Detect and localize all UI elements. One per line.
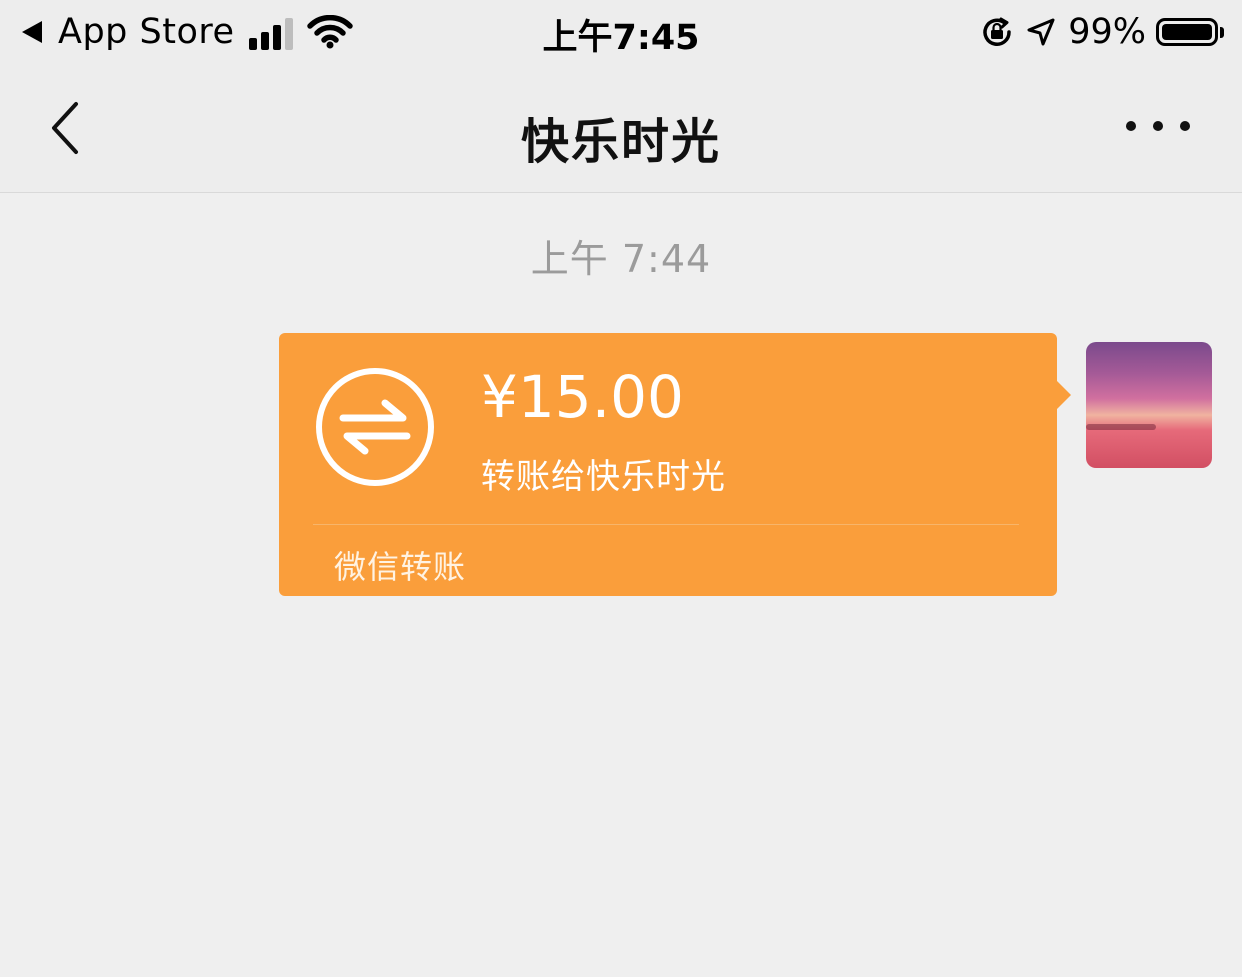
avatar-horizon: [1086, 424, 1156, 430]
more-options-button[interactable]: [1126, 121, 1190, 131]
transfer-arrows-icon: [316, 368, 434, 486]
battery-percent: 99%: [1068, 12, 1146, 52]
avatar[interactable]: [1086, 342, 1212, 468]
rotation-lock-icon: [983, 17, 1011, 46]
nav-bar: 快乐时光: [0, 66, 1242, 193]
status-right: 99%: [980, 8, 1224, 56]
more-dot-icon: [1180, 121, 1190, 131]
battery-icon: [1156, 18, 1218, 46]
transfer-message-card[interactable]: ¥15.00 转账给快乐时光 微信转账: [279, 333, 1071, 596]
wechat-chat-screen: App Store 上午7:45 99% 快乐时光 上午 7:44 ¥15.00…: [0, 0, 1242, 977]
battery-fill: [1162, 24, 1212, 40]
more-dot-icon: [1153, 121, 1163, 131]
transfer-amount: ¥15.00: [481, 363, 684, 431]
message-timestamp: 上午 7:44: [530, 237, 712, 281]
battery-cap: [1220, 26, 1224, 38]
chat-title: 快乐时光: [520, 114, 721, 170]
status-bar: App Store 上午7:45 99%: [0, 0, 1242, 66]
location-arrow-icon: [1027, 18, 1055, 46]
transfer-divider: [313, 524, 1019, 525]
transfer-description: 转账给快乐时光: [481, 457, 726, 497]
more-dot-icon: [1126, 121, 1136, 131]
transfer-footer-label: 微信转账: [334, 548, 467, 586]
